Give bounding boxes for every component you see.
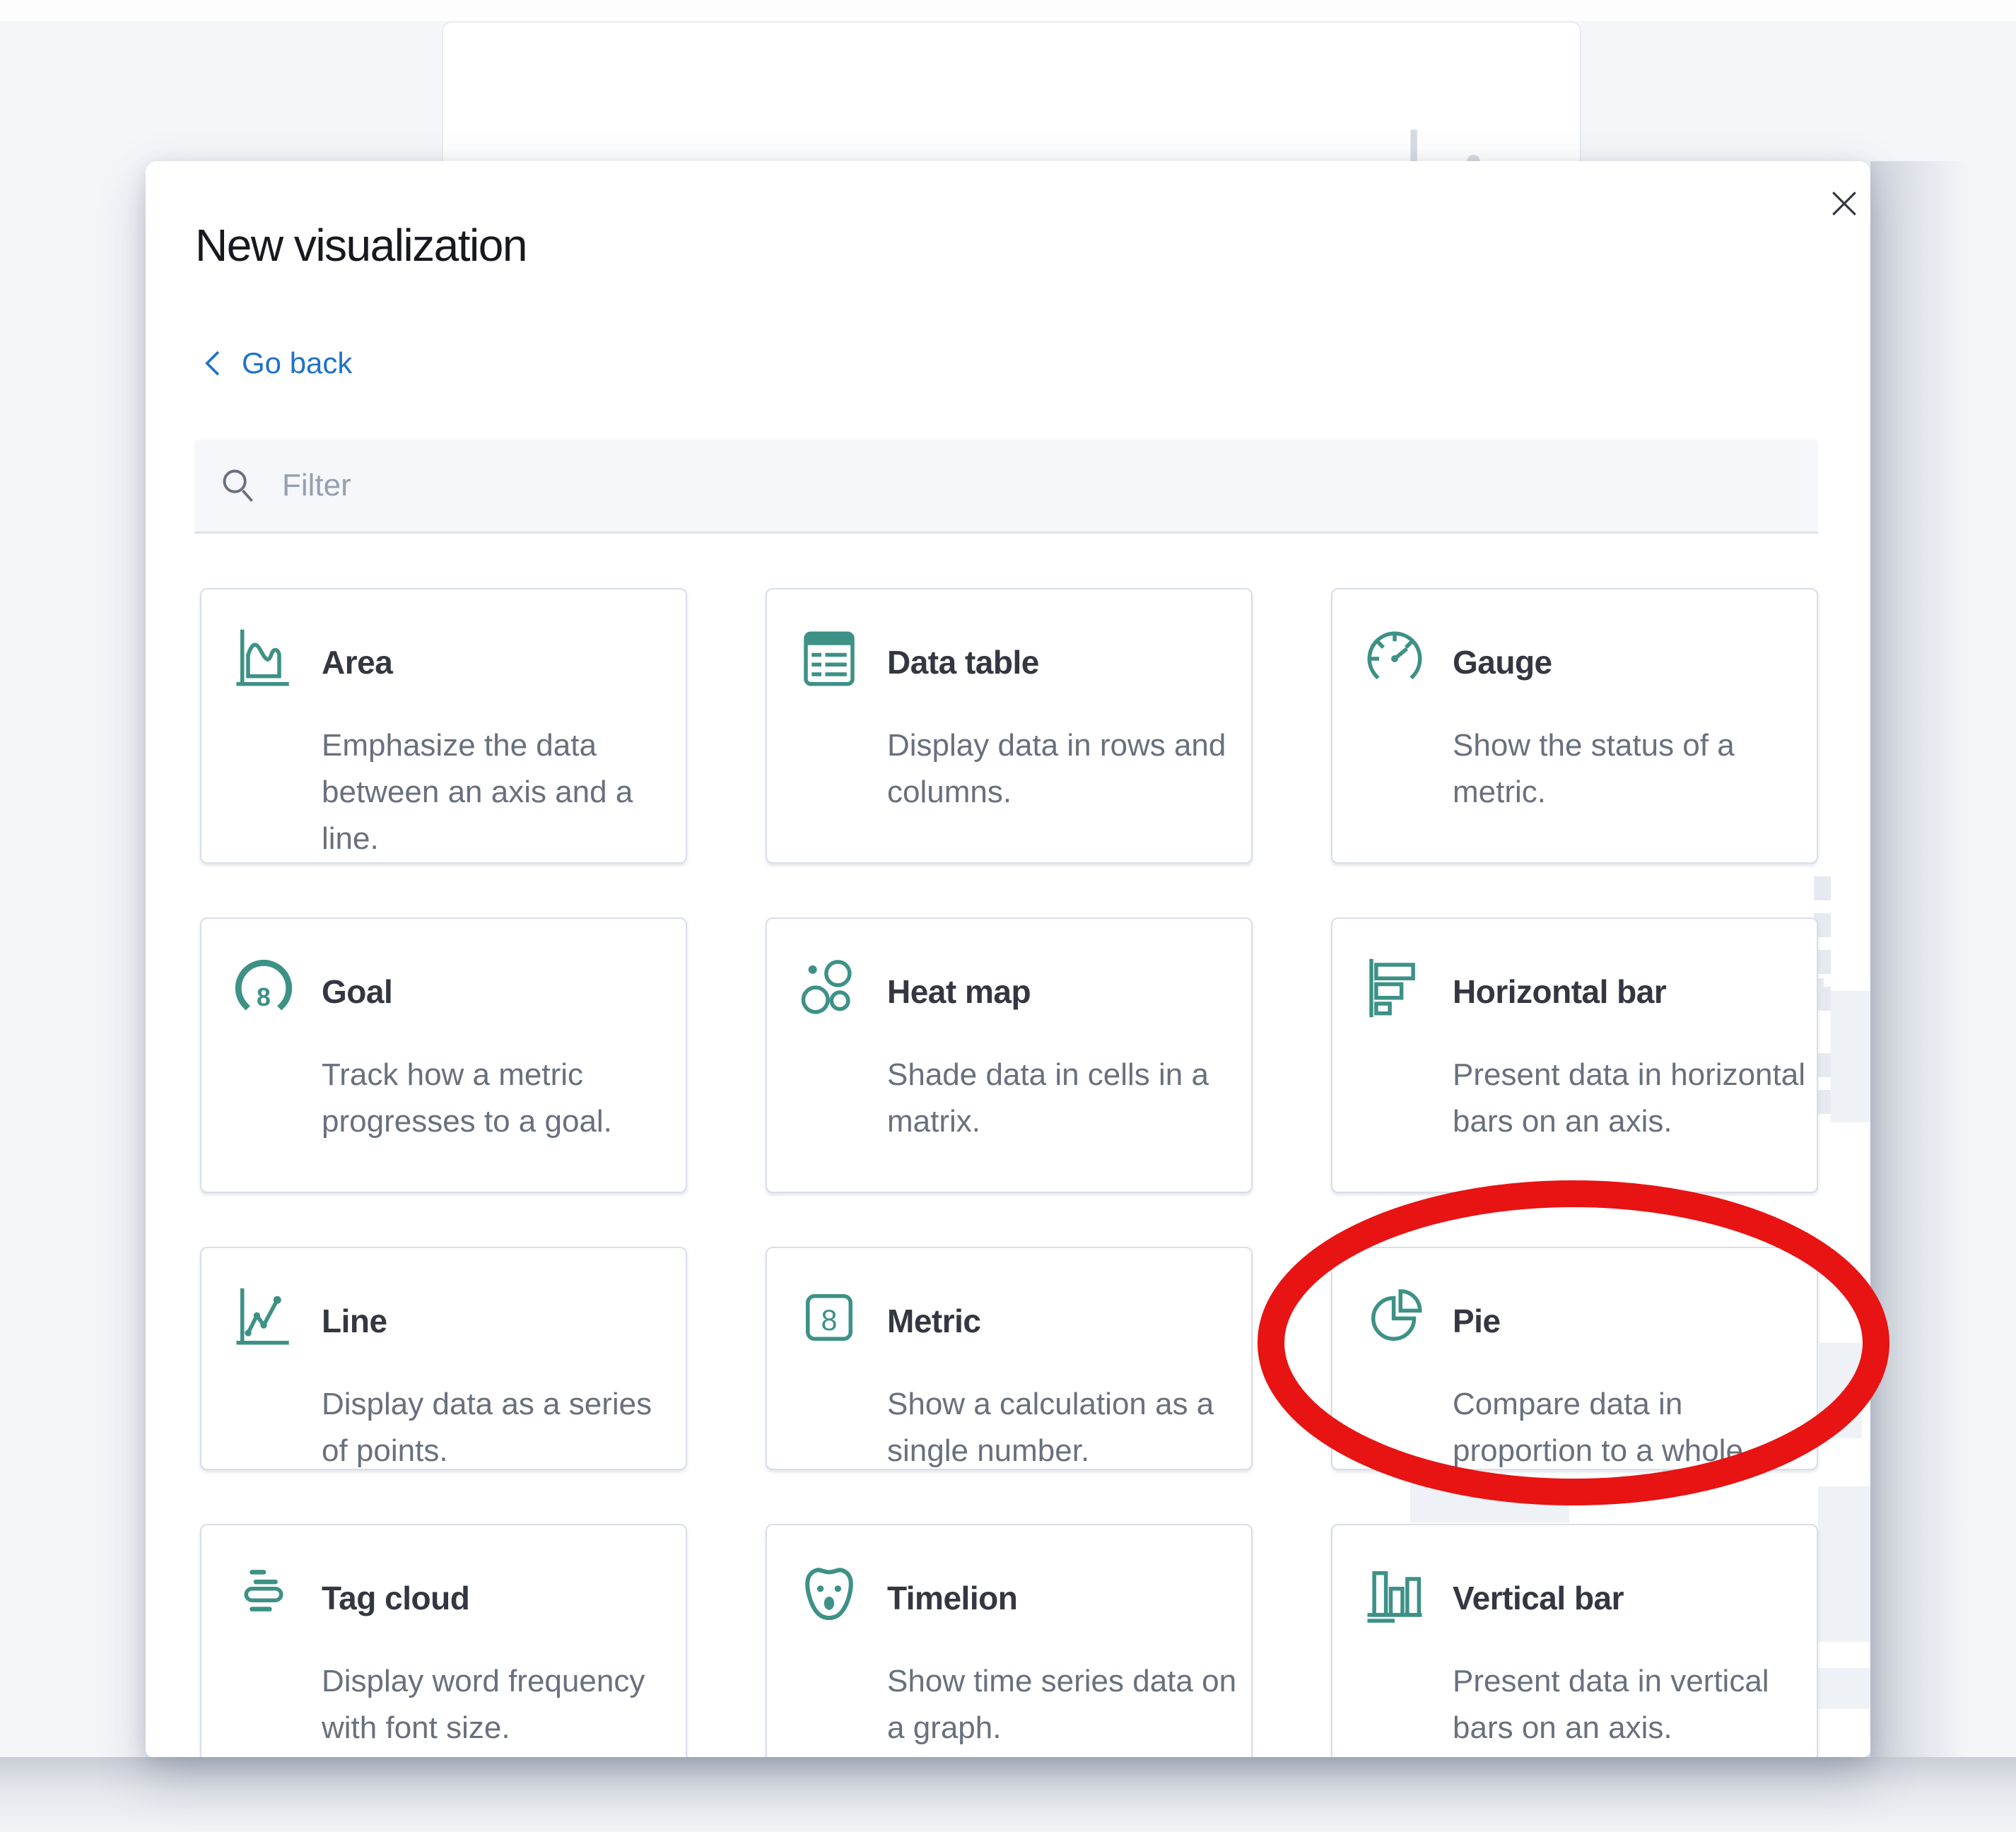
card-description: Shade data in cells in a matrix.: [887, 1052, 1241, 1145]
card-title: Timelion: [887, 1579, 1017, 1617]
visualization-card-vertical-bar[interactable]: Vertical bar Present data in vertical bar…: [1331, 1524, 1818, 1757]
svg-text:8: 8: [257, 983, 271, 1011]
vertical-bar-icon: [1364, 1563, 1426, 1626]
visualization-card-area[interactable]: Area Emphasize the data between an axis a…: [200, 588, 687, 864]
card-title: Heat map: [887, 973, 1031, 1011]
card-title: Vertical bar: [1453, 1579, 1624, 1617]
card-description: Show the status of a metric.: [1453, 722, 1806, 816]
new-visualization-modal: New visualization Go back Area Emphasize …: [146, 161, 1870, 1757]
card-title: Horizontal bar: [1453, 973, 1666, 1011]
svg-text:8: 8: [821, 1304, 838, 1337]
area-chart-icon: [233, 628, 295, 690]
pie-chart-icon: [1364, 1286, 1426, 1349]
visualization-card-goal[interactable]: 8 Goal Track how a metric progresses to a …: [200, 917, 687, 1193]
go-back-link[interactable]: Go back: [199, 346, 352, 380]
visualization-card-gauge[interactable]: Gauge Show the status of a metric.: [1331, 588, 1818, 864]
faded-background-shape: [1819, 1343, 1862, 1438]
faded-background-shape: [1818, 1486, 1870, 1642]
metric-icon: 8: [798, 1286, 860, 1349]
line-chart-icon: [233, 1286, 295, 1349]
data-table-icon: [798, 628, 860, 690]
faded-background-shape: [1831, 991, 1870, 1122]
go-back-label: Go back: [242, 346, 352, 380]
card-title: Area: [322, 643, 392, 681]
visualization-card-horizontal-bar[interactable]: Horizontal bar Present data in horizontal…: [1331, 917, 1818, 1193]
chevron-left-icon: [199, 347, 228, 380]
card-title: Tag cloud: [322, 1579, 469, 1617]
card-title: Metric: [887, 1302, 980, 1340]
card-description: Track how a metric progresses to a goal.: [322, 1052, 675, 1145]
card-description: Compare data in proportion to a whole.: [1453, 1381, 1806, 1474]
card-title: Gauge: [1453, 643, 1552, 681]
timelion-icon: [798, 1563, 860, 1626]
gauge-icon: [1364, 628, 1426, 690]
visualization-card-pie[interactable]: PieCompare data in proportion to a whole…: [1331, 1247, 1818, 1470]
card-description: Present data in horizontal bars on an ax…: [1453, 1052, 1806, 1145]
heat-map-icon: [798, 957, 860, 1019]
card-title: Line: [322, 1302, 387, 1340]
visualization-card-tag-cloud[interactable]: Tag cloud Display word frequency with fon…: [200, 1524, 687, 1757]
card-description: Present data in vertical bars on an axis…: [1453, 1658, 1806, 1751]
faded-background-shape: [1814, 876, 1831, 900]
horizontal-bar-icon: [1364, 957, 1426, 1019]
card-description: Display data as a series of points.: [322, 1381, 675, 1474]
tag-cloud-icon: [233, 1563, 295, 1626]
page-background-strip: [0, 0, 2016, 21]
filter-search-box: [194, 440, 1818, 534]
goal-icon: 8: [233, 957, 295, 1019]
card-title: Goal: [322, 973, 392, 1011]
card-title: Data table: [887, 643, 1039, 681]
card-description: Show time series data on a graph.: [887, 1658, 1241, 1751]
card-title: Pie: [1453, 1302, 1501, 1340]
modal-right-shadow: [1870, 161, 1969, 1757]
filter-input[interactable]: [194, 440, 1818, 532]
visualization-card-metric[interactable]: 8MetricShow a calculation as a single nu…: [766, 1247, 1253, 1470]
modal-bottom-shadow: [0, 1757, 2016, 1832]
visualization-card-heat-map[interactable]: Heat map Shade data in cells in a matrix.: [766, 917, 1253, 1193]
card-description: Emphasize the data between an axis and a…: [322, 722, 675, 862]
close-icon: [1829, 189, 1859, 218]
close-button[interactable]: [1819, 178, 1870, 229]
card-description: Show a calculation as a single number.: [887, 1381, 1241, 1474]
card-description: Display data in rows and columns.: [887, 722, 1241, 816]
card-description: Display word frequency with font size.: [322, 1658, 675, 1751]
visualization-card-timelion[interactable]: Timelion Show time series data on a graph…: [766, 1524, 1253, 1757]
visualization-card-line[interactable]: LineDisplay data as a series of points.: [200, 1247, 687, 1470]
page-title: New visualization: [195, 219, 527, 271]
visualization-card-data-table[interactable]: Data table Display data in rows and colum…: [766, 588, 1253, 864]
faded-background-shape: [1410, 1483, 1569, 1522]
